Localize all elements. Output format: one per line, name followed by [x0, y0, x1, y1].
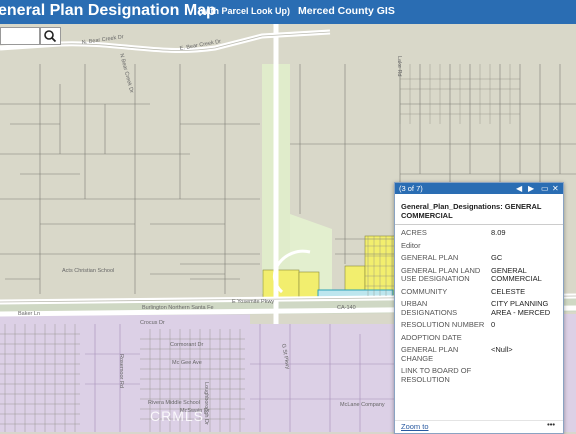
attribute-row: ADOPTION DATE — [395, 332, 563, 345]
attribute-table: ACRES 8.09 Editor GENERAL PLAN GC GENERAL PLA… — [395, 227, 563, 386]
commercial-parcel-1[interactable] — [262, 269, 300, 299]
app-subtitle: (with Parcel Look Up) — [198, 6, 291, 16]
attribute-row: COMMUNITY CELESTE — [395, 286, 563, 299]
poi-acts: Acts Christian School — [62, 268, 114, 274]
attribute-key: LINK TO BOARD OF RESOLUTION — [401, 366, 472, 384]
popup-count: (3 of 7) — [399, 184, 423, 193]
road-label-burlington: Burlington Northern Santa Fe — [142, 305, 214, 311]
attribute-value — [485, 365, 563, 386]
attribute-row: RESOLUTION NUMBER 0 — [395, 319, 563, 332]
attribute-value: GENERAL COMMERCIAL — [491, 265, 542, 283]
road-label-baker: Baker Ln — [18, 311, 40, 317]
zoom-to-link[interactable]: Zoom to — [401, 422, 429, 431]
attribute-key: GENERAL PLAN — [401, 253, 459, 262]
poi-middle-school: Rivera Middle School — [148, 400, 200, 406]
close-icon[interactable]: ✕ — [552, 183, 559, 194]
road-label-rosemoor: Rosemoor Rd — [118, 354, 124, 388]
road-label-yosemite: E Yosemite Pkwy — [232, 299, 274, 305]
attribute-value: 8.09 — [491, 228, 506, 237]
attribute-row: GENERAL PLAN LAND USE DESIGNATION GENERAL… — [395, 265, 563, 286]
search-bar — [0, 27, 62, 47]
attribute-value: GC — [491, 253, 503, 262]
attribute-value — [485, 240, 563, 253]
road-label-ca140: CA-140 — [337, 305, 356, 311]
feature-popup[interactable]: (3 of 7) ◀ ▶ ▭ ✕ General_Plan_Designatio… — [394, 182, 564, 434]
road-label-mcgee: Mc Gee Ave — [172, 360, 202, 366]
attribute-key: RESOLUTION NUMBER — [401, 320, 485, 329]
popup-title: General_Plan_Designations: GENERAL COMME… — [395, 194, 563, 225]
org-name: Merced County GIS — [298, 5, 395, 17]
attribute-value: 0 — [491, 320, 496, 329]
attribute-row: GENERAL PLAN CHANGE <Null> — [395, 344, 563, 365]
more-options-button[interactable]: ••• — [547, 420, 555, 429]
attribute-key: GENERAL PLAN LAND USE DESIGNATION — [401, 265, 481, 283]
popup-footer: Zoom to ••• — [395, 420, 563, 433]
attribute-key: Editor — [401, 240, 421, 250]
road-label-cormorant: Cormorant Dr — [170, 342, 203, 348]
maximize-icon[interactable]: ▭ — [541, 183, 549, 194]
attribute-key: URBAN DESIGNATIONS — [401, 299, 458, 317]
attribute-key: GENERAL PLAN CHANGE — [401, 345, 459, 363]
road-label-lake: Lake Rd — [396, 56, 402, 77]
road-label-crocus: Crocus Dr — [140, 320, 165, 326]
attribute-value: CELESTE — [491, 286, 526, 296]
popup-header: (3 of 7) ◀ ▶ ▭ ✕ — [395, 183, 563, 194]
attribute-key: COMMUNITY — [401, 286, 448, 296]
prev-arrow-icon[interactable]: ◀ — [516, 183, 522, 194]
search-input[interactable] — [0, 27, 40, 45]
commercial-parcel-2[interactable] — [298, 271, 320, 299]
attribute-value: <Null> — [491, 345, 513, 354]
next-arrow-icon[interactable]: ▶ — [528, 183, 534, 194]
attribute-value: CITY PLANNING AREA - MERCED — [491, 299, 551, 317]
app-title: eneral Plan Designation Map — [0, 2, 216, 19]
app-header: eneral Plan Designation Map (with Parcel… — [0, 0, 576, 24]
attribute-row: ACRES 8.09 — [395, 227, 563, 240]
search-button[interactable] — [40, 27, 61, 45]
attribute-row: Editor — [395, 240, 563, 253]
attribute-row: GENERAL PLAN GC — [395, 252, 563, 265]
attribute-row: URBAN DESIGNATIONS CITY PLANNING AREA - M… — [395, 298, 563, 319]
attribute-key: ACRES — [401, 228, 427, 237]
watermark: CRMLS — [150, 408, 205, 424]
attribute-value — [485, 332, 563, 345]
attribute-key: ADOPTION DATE — [401, 332, 462, 342]
poi-mclane: McLane Company — [340, 402, 385, 408]
attribute-row: LINK TO BOARD OF RESOLUTION — [395, 365, 563, 386]
search-icon — [44, 30, 57, 43]
